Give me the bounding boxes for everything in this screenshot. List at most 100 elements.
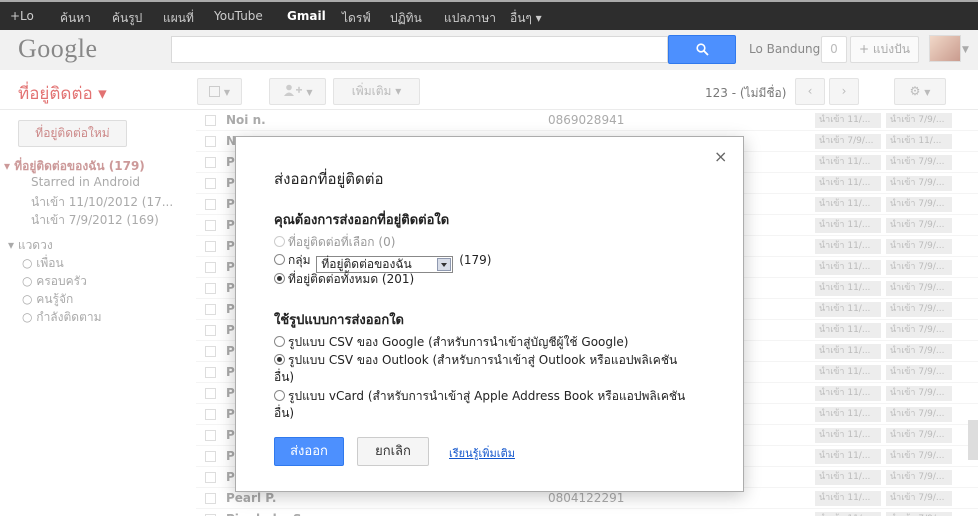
contact-group-tag[interactable]: นำเข้า 11/... xyxy=(815,113,881,128)
sidebar-item-friends[interactable]: ○ เพื่อน xyxy=(22,254,64,273)
user-name[interactable]: Lo Bandung xyxy=(749,42,820,56)
row-checkbox[interactable] xyxy=(205,493,216,504)
sidebar-item-family[interactable]: ○ ครอบครัว xyxy=(22,272,87,291)
contact-group-tag[interactable]: นำเข้า 7/9/... xyxy=(886,365,952,380)
contact-group-tag[interactable]: นำเข้า 11/... xyxy=(815,176,881,191)
contact-group-tag[interactable]: นำเข้า 11/... xyxy=(815,386,881,401)
radio-all-contacts[interactable] xyxy=(274,273,285,284)
share-button[interactable]: + แบ่งปัน xyxy=(850,36,919,63)
nav-images[interactable]: ค้นรูป xyxy=(112,9,142,28)
prev-page-button[interactable]: ‹ xyxy=(795,78,825,105)
contact-group-tag[interactable]: นำเข้า 7/9/... xyxy=(886,449,952,464)
contact-group-tag[interactable]: นำเข้า 7/9/... xyxy=(815,134,881,149)
row-checkbox[interactable] xyxy=(205,241,216,252)
close-icon[interactable]: × xyxy=(714,147,727,166)
contact-group-tag[interactable]: นำเข้า 7/9/... xyxy=(886,218,952,233)
contacts-menu[interactable]: ที่อยู่ติดต่อ ▾ xyxy=(18,80,107,107)
contact-group-tag[interactable]: นำเข้า 7/9/... xyxy=(886,323,952,338)
contact-group-tag[interactable]: นำเข้า 11/... xyxy=(815,344,881,359)
contact-group-tag[interactable]: นำเข้า 7/9/... xyxy=(886,407,952,422)
contact-group-tag[interactable]: นำเข้า 11/... xyxy=(815,155,881,170)
sidebar-item-acquaintances[interactable]: ○ คนรู้จัก xyxy=(22,290,73,309)
notification-count[interactable]: 0 xyxy=(821,36,847,63)
radio-vcard[interactable] xyxy=(274,390,285,401)
row-checkbox[interactable] xyxy=(205,367,216,378)
contact-group-tag[interactable]: นำเข้า 11/... xyxy=(815,323,881,338)
contact-group-tag[interactable]: นำเข้า 7/9/... xyxy=(886,491,952,506)
contact-group-tag[interactable]: นำเข้า 11/... xyxy=(815,428,881,443)
table-row[interactable]: Noi n. 0869028941 นำเข้า 11/... นำเข้า 7/9/… xyxy=(196,110,978,131)
nav-gmail[interactable]: Gmail xyxy=(287,9,326,23)
contact-group-tag[interactable]: นำเข้า 7/9/... xyxy=(886,239,952,254)
sidebar-item-my-contacts[interactable]: ▾ ที่อยู่ติดต่อของฉัน (179) xyxy=(4,157,145,176)
option-all-contacts[interactable]: ที่อยู่ติดต่อทั้งหมด (201) xyxy=(274,270,414,289)
contact-group-tag[interactable]: นำเข้า 11/... xyxy=(815,302,881,317)
scrollbar[interactable] xyxy=(968,420,978,460)
chevron-down-icon[interactable]: ▼ xyxy=(962,45,969,55)
row-checkbox[interactable] xyxy=(205,283,216,294)
contact-group-tag[interactable]: นำเข้า 11/... xyxy=(815,512,881,516)
row-checkbox[interactable] xyxy=(205,346,216,357)
contact-group-tag[interactable]: นำเข้า 7/9/... xyxy=(886,512,952,516)
contact-group-tag[interactable]: นำเข้า 7/9/... xyxy=(886,344,952,359)
row-checkbox[interactable] xyxy=(205,199,216,210)
radio-outlook-csv[interactable] xyxy=(274,354,285,365)
row-checkbox[interactable] xyxy=(205,304,216,315)
contact-group-tag[interactable]: นำเข้า 7/9/... xyxy=(886,386,952,401)
export-button[interactable]: ส่งออก xyxy=(274,437,344,466)
contact-group-tag[interactable]: นำเข้า 11/... xyxy=(815,470,881,485)
learn-more-link[interactable]: เรียนรู้เพิ่มเติม xyxy=(449,444,515,462)
row-checkbox[interactable] xyxy=(205,178,216,189)
radio-selected-contacts[interactable] xyxy=(274,236,285,247)
row-checkbox[interactable] xyxy=(205,157,216,168)
contact-group-tag[interactable]: นำเข้า 11/... xyxy=(886,134,952,149)
row-checkbox[interactable] xyxy=(205,220,216,231)
sidebar-item-circles[interactable]: ▾ แวดวง xyxy=(8,236,53,255)
google-logo[interactable]: Google xyxy=(18,34,98,64)
sidebar-item-import-1[interactable]: นำเข้า 11/10/2012 (17... xyxy=(31,193,173,212)
row-checkbox[interactable] xyxy=(205,409,216,420)
contact-group-tag[interactable]: นำเข้า 7/9/... xyxy=(886,470,952,485)
row-checkbox[interactable] xyxy=(205,472,216,483)
contact-group-tag[interactable]: นำเข้า 11/... xyxy=(815,365,881,380)
row-checkbox[interactable] xyxy=(205,262,216,273)
row-checkbox[interactable] xyxy=(205,451,216,462)
nav-youtube[interactable]: YouTube xyxy=(214,9,263,23)
contact-group-tag[interactable]: นำเข้า 11/... xyxy=(815,218,881,233)
nav-more[interactable]: อื่นๆ ▾ xyxy=(510,9,542,28)
contact-group-tag[interactable]: นำเข้า 7/9/... xyxy=(886,197,952,212)
row-checkbox[interactable] xyxy=(205,430,216,441)
contact-group-tag[interactable]: นำเข้า 11/... xyxy=(815,407,881,422)
new-contact-button[interactable]: ที่อยู่ติดต่อใหม่ xyxy=(18,120,127,147)
settings-button[interactable]: ⚙ ▼ xyxy=(894,78,946,105)
row-checkbox[interactable] xyxy=(205,388,216,399)
nav-translate[interactable]: แปลภาษา xyxy=(444,9,496,28)
nav-maps[interactable]: แผนที่ xyxy=(163,9,194,28)
sidebar-item-starred[interactable]: Starred in Android xyxy=(31,175,140,189)
radio-google-csv[interactable] xyxy=(274,336,285,347)
contact-group-tag[interactable]: นำเข้า 11/... xyxy=(815,260,881,275)
next-page-button[interactable]: › xyxy=(829,78,859,105)
option-outlook-csv[interactable]: รูปแบบ CSV ของ Outlook (สำหรับการนำเข้าส… xyxy=(274,351,677,370)
nav-drive[interactable]: ไดรฟ์ xyxy=(342,9,371,28)
more-button[interactable]: เพิ่มเติม ▾ xyxy=(333,78,420,105)
cancel-button[interactable]: ยกเลิก xyxy=(357,437,429,466)
option-vcard[interactable]: รูปแบบ vCard (สำหรับการนำเข้าสู่ Apple A… xyxy=(274,387,685,406)
contact-group-tag[interactable]: นำเข้า 11/... xyxy=(815,197,881,212)
row-checkbox[interactable] xyxy=(205,136,216,147)
table-row[interactable]: Pinnhaka S. นำเข้า 11/... นำเข้า 7/9/... xyxy=(196,509,978,516)
sidebar-item-import-2[interactable]: นำเข้า 7/9/2012 (169) xyxy=(31,211,159,230)
contact-group-tag[interactable]: นำเข้า 11/... xyxy=(815,281,881,296)
avatar[interactable] xyxy=(929,35,961,62)
nav-search[interactable]: ค้นหา xyxy=(60,9,91,28)
nav-plus[interactable]: +Lo xyxy=(10,9,34,23)
row-checkbox[interactable] xyxy=(205,325,216,336)
select-checkbox-menu[interactable]: ▼ xyxy=(197,78,242,105)
contact-group-tag[interactable]: นำเข้า 11/... xyxy=(815,449,881,464)
radio-group[interactable] xyxy=(274,254,285,265)
contact-group-tag[interactable]: นำเข้า 7/9/... xyxy=(886,176,952,191)
nav-calendar[interactable]: ปฏิทิน xyxy=(390,9,422,28)
contact-group-tag[interactable]: นำเข้า 7/9/... xyxy=(886,260,952,275)
option-selected-contacts[interactable]: ที่อยู่ติดต่อที่เลือก (0) xyxy=(274,233,395,252)
search-input[interactable] xyxy=(171,36,668,63)
